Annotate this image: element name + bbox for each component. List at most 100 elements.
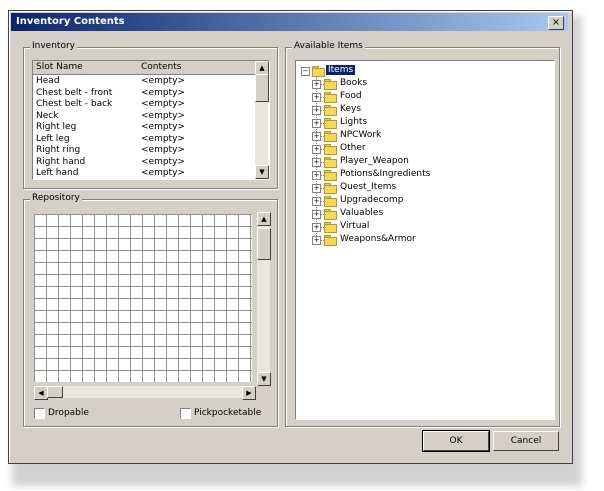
repo-scroll-left-button[interactable]: ◀ [34, 386, 48, 400]
expand-icon[interactable]: + [312, 93, 321, 102]
folder-icon [324, 105, 337, 116]
folder-icon [324, 144, 337, 155]
column-header-contents[interactable]: Contents [141, 62, 181, 72]
repository-vscrollbar[interactable]: ▲ ▼ [257, 212, 271, 386]
arrow-left-icon: ◀ [38, 389, 44, 397]
folder-icon [324, 222, 337, 233]
expand-icon[interactable]: + [312, 223, 321, 232]
tree-node-label: Valuables [340, 208, 384, 218]
tree-node-label: Keys [340, 104, 362, 114]
repo-scroll-up-button[interactable]: ▲ [257, 212, 271, 226]
tree-node[interactable]: + Weapons&Armor [296, 234, 546, 246]
pickpocketable-checkbox[interactable] [180, 408, 191, 419]
repo-scroll-right-button[interactable]: ▶ [242, 386, 256, 400]
expand-icon[interactable]: + [312, 171, 321, 180]
slot-contents: <empty> [141, 145, 185, 155]
column-header-slot[interactable]: Slot Name [36, 62, 83, 72]
inventory-group: Inventory Slot Name Contents Head <empty>… [23, 41, 278, 189]
expand-icon[interactable]: + [312, 145, 321, 154]
tree-node-label: Other [340, 143, 366, 153]
repo-hscroll-thumb[interactable] [47, 386, 63, 398]
dropable-label[interactable]: Dropable [48, 408, 89, 418]
slot-name: Right ring [36, 145, 81, 155]
inventory-row[interactable]: Head <empty> [33, 76, 269, 87]
pickpocketable-label[interactable]: Pickpocketable [194, 408, 261, 418]
scroll-down-button[interactable]: ▼ [255, 165, 269, 179]
tree-node[interactable]: + Food [296, 91, 546, 103]
tree-node[interactable]: + Lights [296, 117, 546, 129]
expand-icon[interactable]: + [312, 119, 321, 128]
inventory-row[interactable]: Neck <empty> [33, 111, 269, 122]
inventory-row[interactable]: Left hand <empty> [33, 168, 269, 179]
expand-icon[interactable]: + [312, 236, 321, 245]
tree-node-label: Potions&Ingredients [340, 169, 431, 179]
repository-legend: Repository [30, 193, 82, 203]
slot-name: Right leg [36, 122, 77, 132]
items-tree[interactable]: − Items + Books + Food + Keys + Lights + NPCWork +… [295, 60, 555, 420]
folder-icon [324, 196, 337, 207]
window-title: Inventory Contents [16, 16, 125, 27]
inventory-dialog: Inventory Contents × Inventory Slot Name… [8, 10, 573, 464]
ok-button[interactable]: OK [422, 430, 490, 452]
slot-contents: <empty> [141, 122, 185, 132]
inventory-scrollbar[interactable]: ▲ ▼ [255, 61, 269, 179]
expand-icon[interactable]: + [312, 106, 321, 115]
dropable-checkbox[interactable] [34, 408, 45, 419]
tree-node[interactable]: + Upgradecomp [296, 195, 546, 207]
tree-node-label: Food [340, 91, 362, 101]
expand-icon[interactable]: + [312, 132, 321, 141]
expand-icon[interactable]: + [312, 197, 321, 206]
tree-node-label: Quest_Items [340, 182, 397, 192]
inventory-row[interactable]: Chest belt - back <empty> [33, 99, 269, 110]
scroll-up-button[interactable]: ▲ [255, 61, 269, 75]
repo-vscroll-thumb[interactable] [257, 228, 271, 260]
scroll-thumb[interactable] [255, 74, 269, 102]
slot-name: Neck [36, 110, 59, 121]
inventory-list-header: Slot Name Contents [33, 61, 269, 75]
folder-icon [324, 92, 337, 103]
slot-contents: <empty> [141, 110, 185, 121]
folder-icon [312, 66, 325, 77]
tree-node-label: Books [340, 78, 368, 88]
inventory-list[interactable]: Slot Name Contents Head <empty> Chest belt… [32, 60, 270, 180]
tree-node-root[interactable]: − Items [296, 65, 546, 77]
expand-icon[interactable]: + [312, 184, 321, 193]
collapse-icon[interactable]: − [301, 67, 310, 76]
inventory-row[interactable]: Left leg <empty> [33, 134, 269, 145]
cancel-button[interactable]: Cancel [493, 431, 559, 451]
inventory-row[interactable]: Chest belt - front <empty> [33, 88, 269, 99]
arrow-right-icon: ▶ [246, 389, 252, 397]
tree-node-label: Upgradecomp [340, 195, 404, 205]
slot-name: Head [36, 76, 60, 86]
tree-node[interactable]: + Quest_Items [296, 182, 546, 194]
inventory-row[interactable]: Right leg <empty> [33, 122, 269, 133]
tree-node[interactable]: + Player_Weapon [296, 156, 546, 168]
tree-node-label: Virtual [340, 221, 370, 231]
close-button[interactable]: × [548, 16, 564, 30]
inventory-row[interactable]: Right hand <empty> [33, 157, 269, 168]
tree-node[interactable]: + Valuables [296, 208, 546, 220]
tree-node-label: Player_Weapon [340, 156, 409, 166]
inventory-row[interactable]: Right ring <empty> [33, 145, 269, 156]
arrow-down-icon: ▼ [259, 168, 265, 176]
arrow-up-icon: ▲ [259, 64, 265, 72]
expand-icon[interactable]: + [312, 210, 321, 219]
folder-icon [324, 118, 337, 129]
title-bar[interactable]: Inventory Contents × [11, 13, 568, 31]
tree-node-label: Weapons&Armor [340, 234, 416, 244]
tree-node[interactable]: + Other [296, 143, 546, 155]
folder-icon [324, 170, 337, 181]
slot-contents: <empty> [141, 87, 185, 98]
tree-node[interactable]: + Potions&Ingredients [296, 169, 546, 181]
repository-grid[interactable] [34, 214, 252, 382]
tree-node[interactable]: + Keys [296, 104, 546, 116]
repository-hscrollbar[interactable]: ◀ ▶ [34, 386, 256, 400]
tree-node[interactable]: + Virtual [296, 221, 546, 233]
repo-scroll-down-button[interactable]: ▼ [257, 372, 271, 386]
expand-icon[interactable]: + [312, 158, 321, 167]
tree-node[interactable]: + Books [296, 78, 546, 90]
slot-contents: <empty> [141, 156, 185, 167]
tree-node[interactable]: + NPCWork [296, 130, 546, 142]
expand-icon[interactable]: + [312, 80, 321, 89]
folder-icon [324, 131, 337, 142]
